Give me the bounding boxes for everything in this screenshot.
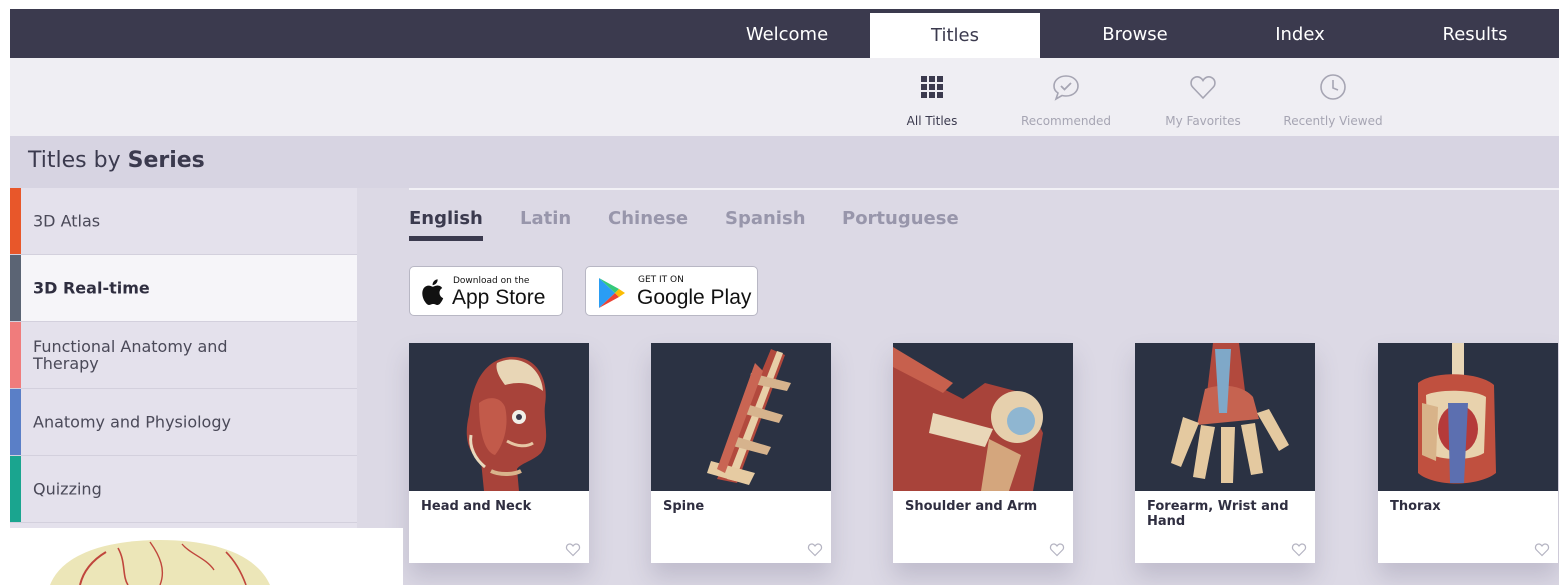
grid-icon <box>921 76 943 98</box>
lang-tab-english[interactable]: English <box>409 208 483 229</box>
sidebar-item-label: Anatomy and Physiology <box>33 412 231 432</box>
tab-results[interactable]: Results <box>1415 9 1535 58</box>
sidebar-item-label: 3D Atlas <box>33 211 101 231</box>
series-color-bar <box>10 188 21 254</box>
title-card-shoulder-and-arm[interactable]: Shoulder and Arm <box>893 343 1073 563</box>
heart-icon[interactable] <box>565 542 581 557</box>
series-color-bar <box>10 255 21 321</box>
lang-tab-portuguese[interactable]: Portuguese <box>842 208 959 229</box>
heart-icon[interactable] <box>1291 542 1307 557</box>
heart-icon <box>1190 76 1216 100</box>
sidebar-item-anatomy-physiology[interactable]: Anatomy and Physiology <box>10 389 357 456</box>
tab-browse[interactable]: Browse <box>1070 9 1200 58</box>
series-color-bar <box>10 389 21 455</box>
card-title: Forearm, Wrist and Hand <box>1147 499 1289 529</box>
sub-nav-label: My Favorites <box>1165 114 1241 128</box>
forearm-wrist-hand-thumbnail <box>1135 343 1315 491</box>
title-card-forearm-wrist-hand[interactable]: Forearm, Wrist and Hand <box>1135 343 1315 563</box>
app-store-label: App Store <box>452 286 546 309</box>
titles-main: English Latin Chinese Spanish Portuguese… <box>357 188 1559 585</box>
sidebar-item-functional-anatomy[interactable]: Functional Anatomy and Therapy <box>10 322 357 389</box>
sub-nav-label: Recently Viewed <box>1283 114 1383 128</box>
sub-nav: All Titles Recommended My Favorites Rece… <box>10 58 1559 136</box>
title-card-spine[interactable]: Spine <box>651 343 831 563</box>
card-title: Head and Neck <box>421 499 532 514</box>
sidebar-item-label: Functional Anatomy and Therapy <box>33 337 228 373</box>
lang-tab-chinese[interactable]: Chinese <box>608 208 688 229</box>
series-color-bar <box>10 456 21 522</box>
card-title: Shoulder and Arm <box>905 499 1038 514</box>
sub-nav-label: Recommended <box>1020 114 1112 128</box>
page-title-bold: Series <box>127 148 205 173</box>
google-play-button[interactable]: GET IT ON Google Play <box>585 266 758 316</box>
active-tab-indicator <box>409 236 483 241</box>
sub-nav-my-favorites[interactable]: My Favorites <box>1148 58 1258 136</box>
section-header: Titles by Series <box>10 136 1559 188</box>
series-color-bar <box>10 322 21 388</box>
tab-index[interactable]: Index <box>1240 9 1360 58</box>
chat-check-icon <box>1053 75 1079 101</box>
card-title: Spine <box>663 499 705 514</box>
preview-image <box>10 528 403 585</box>
sidebar-item-quizzing[interactable]: Quizzing <box>10 456 357 523</box>
card-title: Thorax <box>1390 499 1441 514</box>
heart-icon[interactable] <box>807 542 823 557</box>
google-play-small-label: GET IT ON <box>638 275 684 285</box>
apple-icon <box>422 279 444 306</box>
page-title-prefix: Titles by <box>28 148 121 173</box>
lang-tab-latin[interactable]: Latin <box>520 208 571 229</box>
head-and-neck-thumbnail <box>409 343 589 491</box>
page-title: Titles by Series <box>28 148 205 173</box>
sidebar-item-label: 3D Real-time <box>33 278 150 298</box>
skull-illustration <box>50 540 270 585</box>
clock-icon <box>1320 74 1346 100</box>
heart-icon[interactable] <box>1049 542 1065 557</box>
series-sidebar: 3D Atlas 3D Real-time Functional Anatomy… <box>10 188 357 528</box>
sidebar-item-label: Quizzing <box>33 479 102 499</box>
tab-titles[interactable]: Titles <box>870 13 1040 58</box>
app-store-small-label: Download on the <box>453 276 530 286</box>
thorax-thumbnail <box>1378 343 1558 491</box>
sub-nav-label: All Titles <box>906 114 958 128</box>
heart-icon[interactable] <box>1534 542 1550 557</box>
title-card-head-and-neck[interactable]: Head and Neck <box>409 343 589 563</box>
spine-thumbnail <box>651 343 831 491</box>
top-nav: Welcome Titles Browse Index Results <box>10 9 1559 58</box>
divider <box>409 188 1559 190</box>
title-card-thorax[interactable]: Thorax <box>1378 343 1558 563</box>
tab-welcome[interactable]: Welcome <box>722 9 852 58</box>
app-store-button[interactable]: Download on the App Store <box>409 266 563 316</box>
google-play-label: Google Play <box>637 286 752 309</box>
sub-nav-all-titles[interactable]: All Titles <box>890 58 974 136</box>
lang-tab-spanish[interactable]: Spanish <box>725 208 806 229</box>
sidebar-item-3d-atlas[interactable]: 3D Atlas <box>10 188 357 255</box>
sub-nav-recently-viewed[interactable]: Recently Viewed <box>1268 58 1398 136</box>
shoulder-and-arm-thumbnail <box>893 343 1073 491</box>
google-play-icon <box>599 278 625 308</box>
sidebar-item-3d-real-time[interactable]: 3D Real-time <box>10 255 357 322</box>
sub-nav-recommended[interactable]: Recommended <box>1006 58 1126 136</box>
